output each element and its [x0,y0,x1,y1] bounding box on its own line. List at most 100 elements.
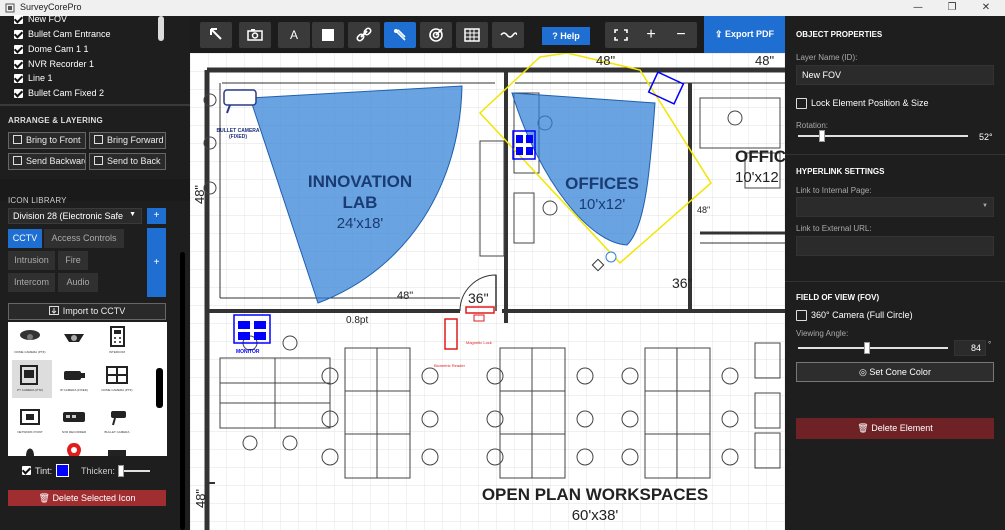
full-circle-checkbox[interactable] [796,310,807,322]
viewing-angle-slider-track[interactable] [798,347,948,349]
checkbox[interactable] [14,60,23,70]
delete-element-button[interactable]: 🗑 Delete Element [796,418,994,439]
room-size: 24'x18' [336,215,384,232]
checkbox[interactable] [14,45,23,55]
icon-grid-scrollbar[interactable] [156,368,163,408]
category-tab-cctv[interactable]: CCTV [8,229,42,248]
ptz-camera-icon[interactable] [16,362,44,390]
title-bar: SurveyCorePro — ❐ ✕ [0,0,1005,16]
tint-color-swatch[interactable] [56,464,69,477]
button-label: Import to CCTV [62,306,126,316]
ip-camera-icon[interactable] [60,362,88,390]
checkbox[interactable] [796,310,807,322]
help-button[interactable]: ? Help [542,27,590,45]
checkbox[interactable] [14,74,23,84]
toolbar: A ? Help + − ⇪ Export PDF [190,16,785,53]
dome-camera-dark-icon[interactable] [60,324,88,352]
import-to-cctv-button[interactable]: Import to CCTV [8,303,166,320]
tint-checkbox[interactable] [22,465,31,476]
category-tab-audio[interactable]: Audio [58,273,98,292]
fov-tool-button[interactable] [384,22,416,48]
icon-caption: NVR RECORDER [61,430,87,434]
target-icon [429,28,443,42]
target-tool-button[interactable] [420,22,452,48]
viewing-angle-slider-thumb[interactable] [864,342,870,354]
internal-link-label: Link to Internal Page: [796,186,872,195]
import-icon [48,306,59,315]
close-button[interactable]: ✕ [972,1,1000,15]
maximize-button[interactable]: ❐ [938,1,966,15]
nvr-recorder-icon[interactable] [60,404,88,432]
rotate-handle [605,251,617,263]
fullscreen-button[interactable] [605,22,637,48]
minimize-button[interactable]: — [904,1,932,15]
layer-item[interactable]: Line 1 [14,73,53,84]
zoom-out-button[interactable]: − [665,22,697,48]
room-name: OPEN PLAN WORKSPACES [481,485,709,504]
location-pin-icon[interactable] [60,440,88,456]
export-pdf-button[interactable]: ⇪ Export PDF [704,16,785,53]
external-link-input[interactable] [796,236,994,256]
rectangle-tool-button[interactable] [312,22,344,48]
arrow-pointer-icon [210,28,222,40]
zoom-in-button[interactable]: + [635,22,667,48]
layer-item[interactable]: Dome Cam 1 1 [14,44,89,55]
checkbox[interactable] [796,98,807,110]
division-select[interactable]: Division 28 (Electronic Safe ▼ [8,208,142,224]
layer-item[interactable]: New FOV [14,14,67,25]
floorplan-canvas[interactable]: 48" 48" 48" 48" 36" 36" 48" 48" INNOVATI… [190,53,785,530]
camera-icon [247,29,263,41]
grid-tool-button[interactable] [456,22,488,48]
line-weight-label: 0.8pt [346,315,369,326]
send-to-back-button[interactable]: Send to Back [89,153,166,170]
send-backward-icon [13,156,22,165]
add-division-button[interactable]: + [147,208,166,224]
speaker-icon[interactable] [16,440,44,456]
internal-link-select[interactable]: ▼ [796,197,994,217]
thicken-slider-thumb[interactable] [118,465,124,477]
send-backward-button[interactable]: Send Backward [8,153,86,170]
layer-label: Dome Cam 1 1 [28,44,89,54]
checkbox[interactable] [14,30,23,40]
link-tool-button[interactable] [348,22,380,48]
delete-selected-icon-button[interactable]: 🗑 Delete Selected Icon [8,490,166,506]
intercom-icon[interactable] [103,324,131,352]
lock-label: Lock Element Position & Size [811,98,929,108]
checkbox[interactable] [14,15,23,25]
icon-library-title: ICON LIBRARY [8,196,67,205]
text-tool-button[interactable]: A [278,22,310,48]
layer-list-scrollbar[interactable] [158,16,164,41]
category-tab-intercom[interactable]: Intercom [8,273,55,292]
left-panel-scrollbar[interactable] [180,252,185,530]
network-point-icon[interactable] [16,404,44,432]
add-category-button[interactable]: + [147,228,166,297]
dome-camera-icon[interactable] [16,324,44,352]
rotation-slider-thumb[interactable] [818,130,825,142]
divider [785,281,1005,282]
wave-tool-button[interactable] [492,22,524,48]
category-tab-access-controls[interactable]: Access Controls [44,229,124,248]
device-box-icon[interactable] [103,440,131,456]
link-icon [356,27,372,42]
dimension-label: 36" [468,290,489,306]
viewing-angle-input[interactable]: 84 [954,340,986,356]
layer-name-input[interactable]: New FOV [796,65,994,85]
bring-forward-button[interactable]: Bring Forward [89,132,166,149]
division-value: Division 28 (Electronic Safe [13,211,124,221]
set-cone-color-button[interactable]: ◎ Set Cone Color [796,362,994,382]
checkbox[interactable] [22,466,31,476]
camera-tool-button[interactable] [239,22,271,48]
lock-checkbox[interactable] [796,98,807,110]
camera-grid-icon[interactable] [103,362,131,390]
layer-item[interactable]: Bullet Cam Fixed 2 [14,88,104,99]
checkbox[interactable] [14,89,23,99]
room-size: 10'x12' [578,196,626,213]
bullet-camera-icon[interactable] [103,404,131,432]
layer-item[interactable]: NVR Recorder 1 [14,59,94,70]
category-tab-fire[interactable]: Fire [58,251,88,270]
layer-item[interactable]: Bullet Cam Entrance [14,29,111,40]
select-tool-button[interactable] [200,22,232,48]
category-tab-intrusion[interactable]: Intrusion [8,251,55,270]
magnetic-lock-label: Magnetic Lock [466,340,492,345]
bring-to-front-button[interactable]: Bring to Front [8,132,86,149]
